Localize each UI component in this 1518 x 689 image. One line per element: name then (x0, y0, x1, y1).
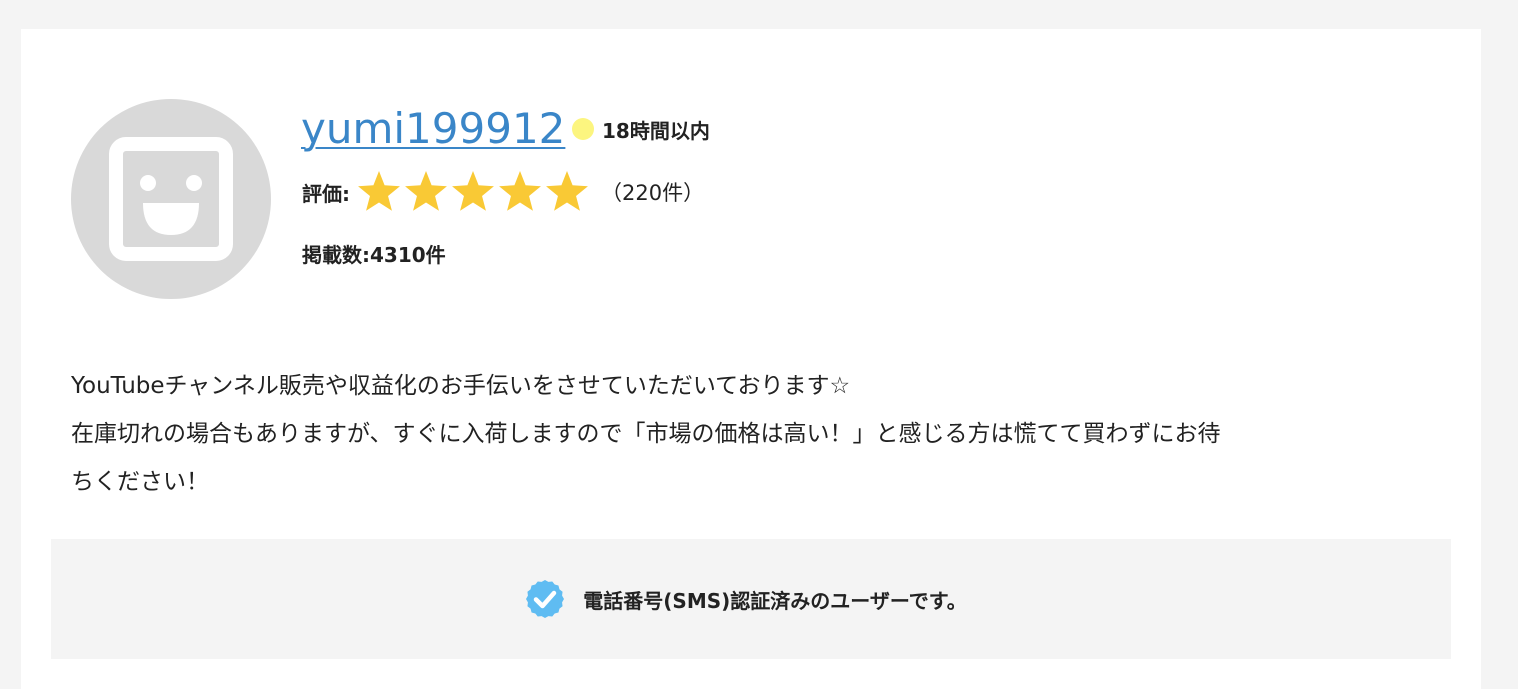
status-text: 18時間以内 (602, 118, 710, 143)
online-status: 18時間以内 (572, 114, 710, 144)
verification-banner: 電話番号(SMS)認証済みのユーザーです。 (51, 539, 1451, 659)
profile-bio: YouTubeチャンネル販売や収益化のお手伝いをさせていただいております☆ 在庫… (71, 362, 1371, 506)
username-link[interactable]: yumi199912 (301, 101, 565, 157)
profile-card: yumi199912 18時間以内 評価: （220件） 掲載数:4310件 Y… (21, 29, 1481, 689)
status-dot-icon (572, 118, 594, 140)
bio-line: YouTubeチャンネル販売や収益化のお手伝いをさせていただいております☆ (71, 373, 851, 399)
listing-count: 掲載数:4310件 (302, 243, 446, 267)
bio-line: 在庫切れの場合もありますが、すぐに入荷しますので「市場の価格は高い！」と感じる方… (71, 421, 1221, 447)
bio-line: ちください！ (71, 469, 209, 495)
star-icon (405, 171, 447, 211)
review-count-link[interactable]: （220件） (601, 177, 704, 207)
avatar (71, 99, 271, 299)
star-icon (452, 171, 494, 211)
check-badge-icon (526, 580, 565, 618)
star-icon (546, 171, 588, 211)
star-icon (499, 171, 541, 211)
smiley-placeholder-icon (109, 137, 233, 261)
verification-text: 電話番号(SMS)認証済みのユーザーです。 (583, 588, 967, 613)
star-icon (358, 171, 400, 211)
rating-label: 評価: (302, 181, 350, 206)
rating-stars (356, 169, 591, 215)
rating-row: 評価: （220件） (302, 169, 704, 215)
